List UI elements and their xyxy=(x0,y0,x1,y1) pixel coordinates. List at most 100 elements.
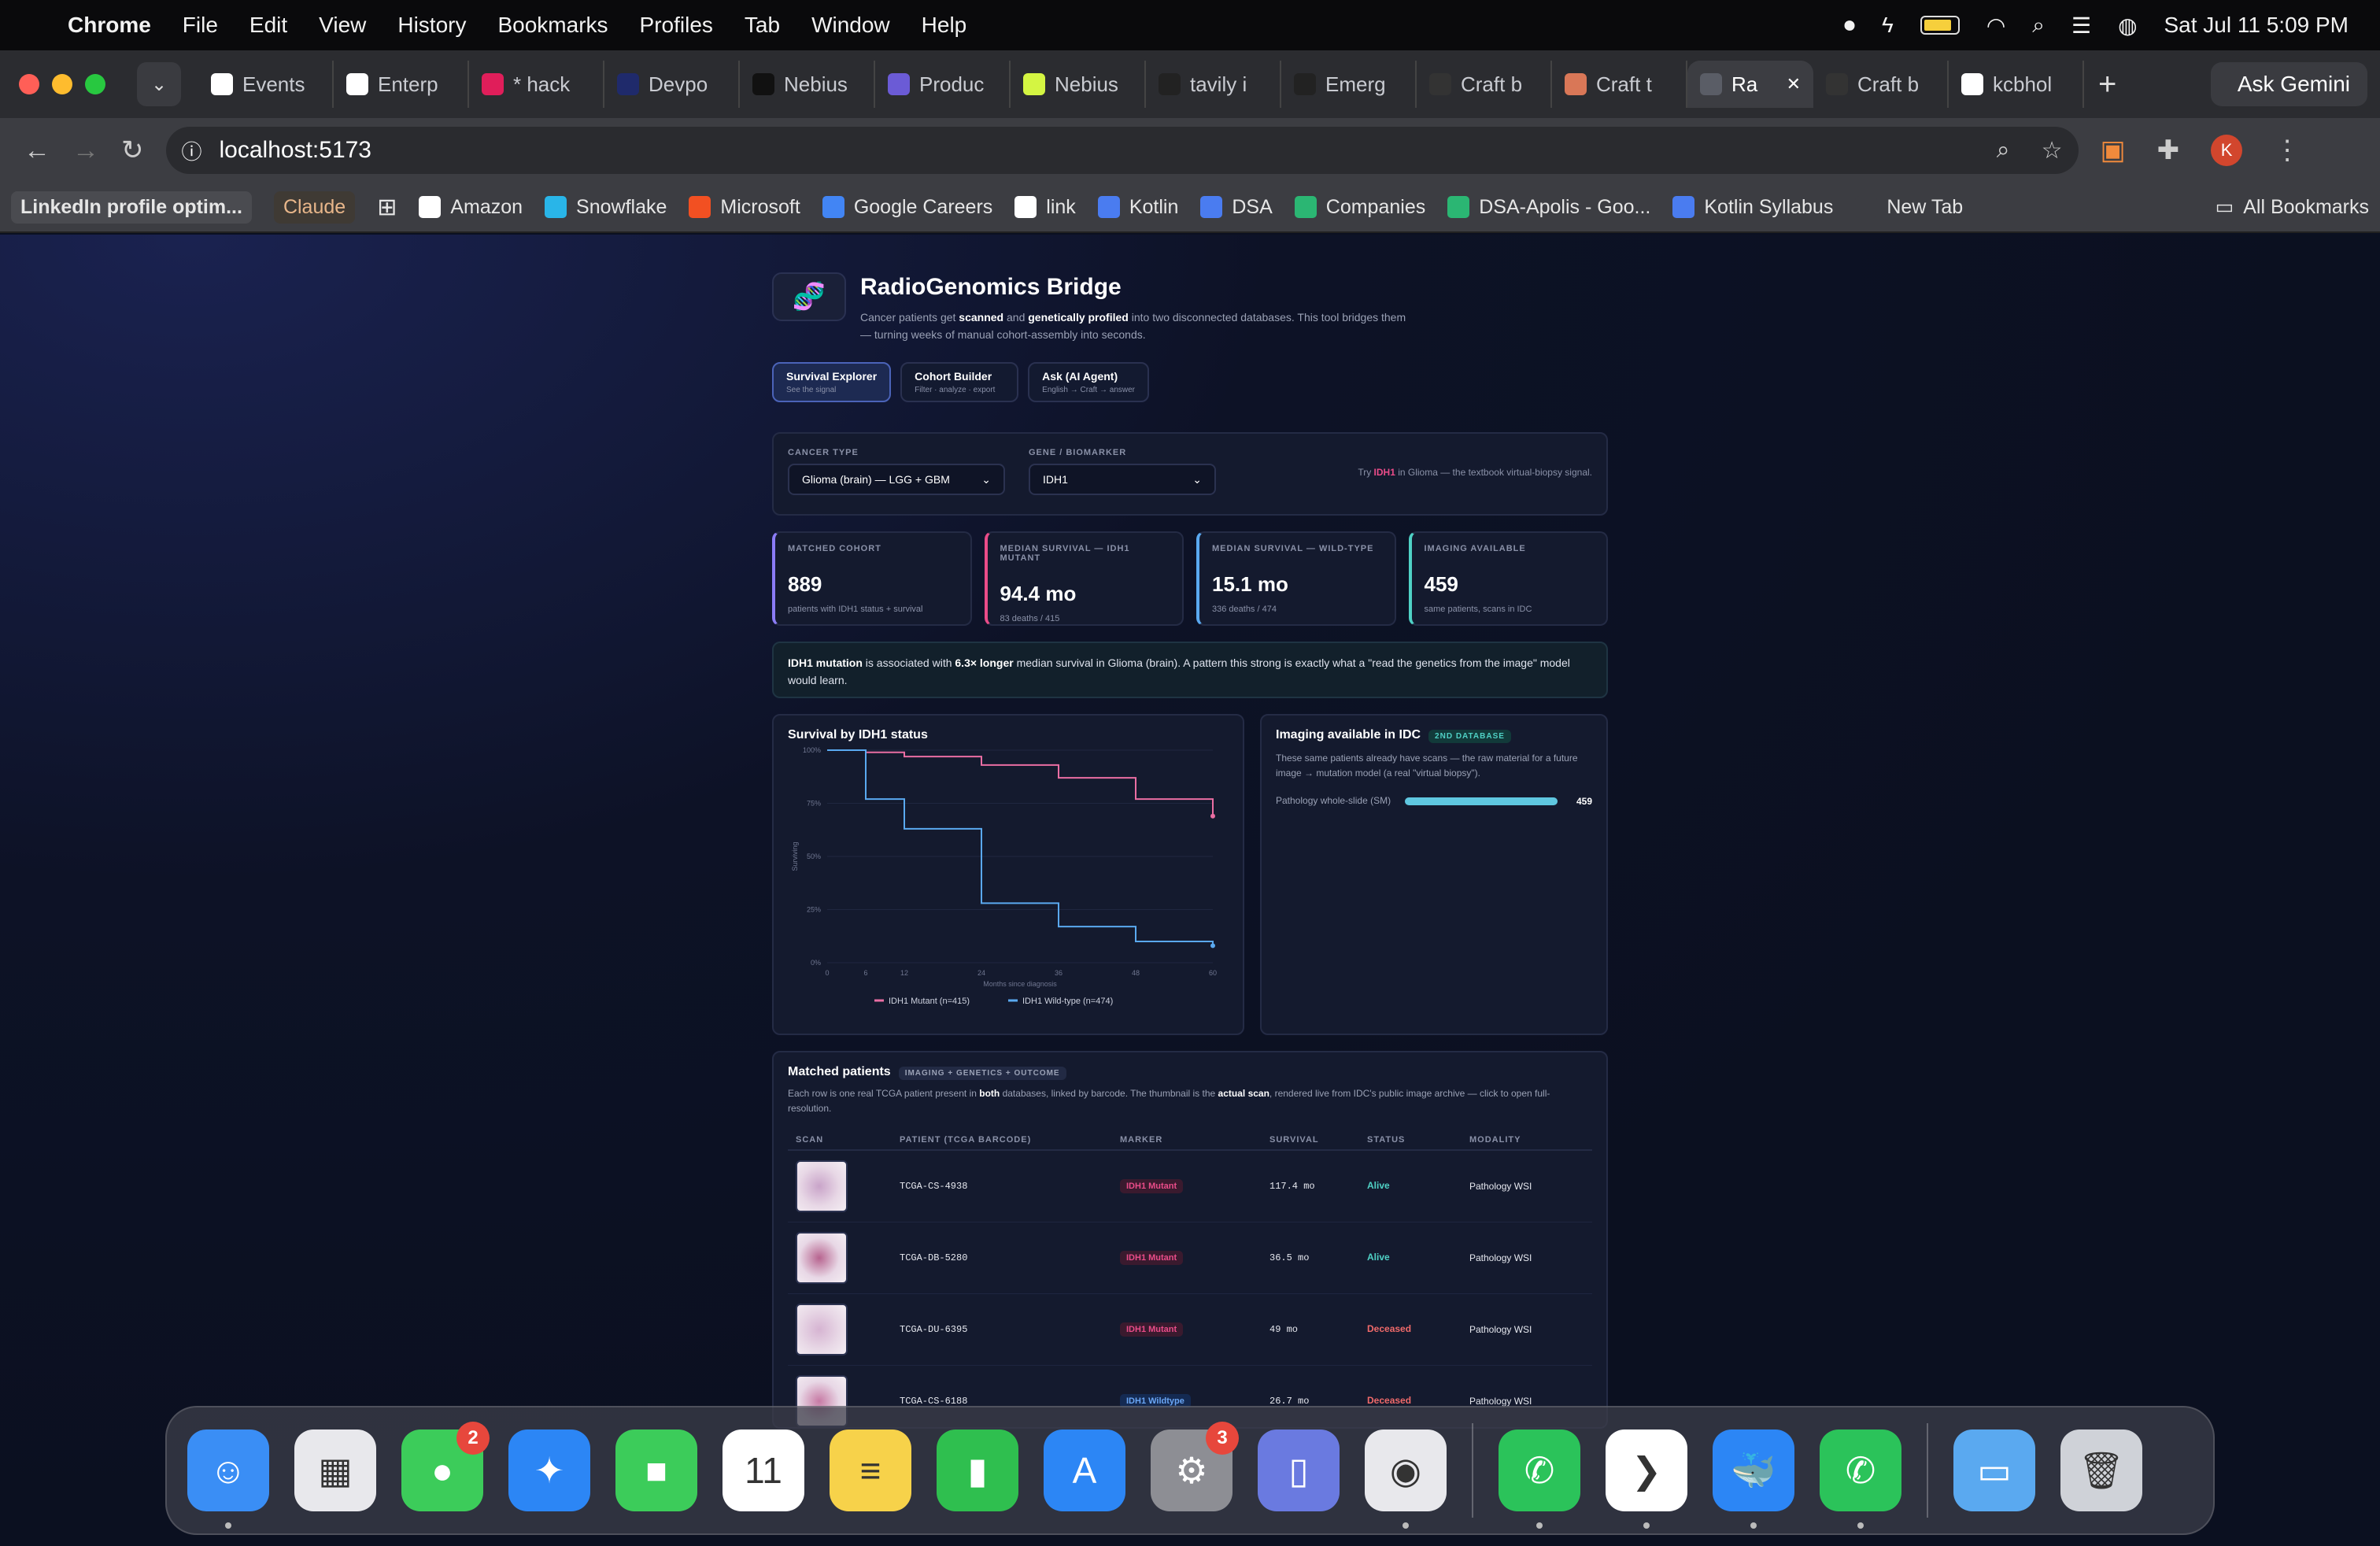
zoom-window-button[interactable] xyxy=(85,74,105,94)
gene-select[interactable]: IDH1 ⌄ xyxy=(1029,464,1216,495)
profile-avatar[interactable]: K xyxy=(2211,135,2243,166)
calendar-extension-icon[interactable]: ▣ xyxy=(2101,135,2126,166)
browser-tab[interactable]: Craft b xyxy=(1417,61,1552,108)
facetime-icon[interactable]: ■ xyxy=(615,1429,697,1511)
whatsapp-icon[interactable]: ✆ xyxy=(1499,1429,1580,1529)
bookmark-item[interactable]: Amazon xyxy=(419,196,523,219)
calendar-icon[interactable]: 11 xyxy=(722,1429,804,1511)
wifi-icon[interactable]: ◠ xyxy=(1986,13,2005,39)
chrome-menu-icon[interactable]: ⋮ xyxy=(2274,135,2301,166)
simulator-icon[interactable]: ▯ xyxy=(1258,1429,1340,1511)
bookmark-item[interactable]: New Tab xyxy=(1855,196,1963,219)
scan-thumbnail[interactable] xyxy=(796,1231,848,1284)
bookmark-item[interactable]: DSA xyxy=(1200,196,1273,219)
menu-app-name[interactable]: Chrome xyxy=(68,13,151,38)
siri-icon[interactable]: ◍ xyxy=(2118,13,2137,39)
apps-grid-icon[interactable]: ⊞ xyxy=(377,194,397,221)
table-row[interactable]: TCGA-DU-6395 IDH1 Mutant 49 mo Deceased Path… xyxy=(788,1293,1592,1366)
bookmark-item[interactable]: Snowflake xyxy=(545,196,667,219)
downloads-folder-icon[interactable]: ▭ xyxy=(1953,1429,2035,1511)
browser-tab[interactable]: Craft b xyxy=(1813,61,1949,108)
bookmark-item[interactable]: link xyxy=(1014,196,1076,219)
bookmark-claude[interactable]: Claude xyxy=(273,190,356,224)
system-settings-icon[interactable]: ⚙ 3 xyxy=(1151,1422,1239,1511)
chrome-icon[interactable]: ◉ xyxy=(1365,1429,1447,1529)
menu-profiles[interactable]: Profiles xyxy=(640,13,713,38)
new-tab-plus-icon[interactable]: + xyxy=(2098,67,2116,102)
app-store-icon[interactable]: A xyxy=(1044,1429,1125,1511)
battery-icon[interactable] xyxy=(1920,16,1960,35)
finder-icon[interactable]: ☺ xyxy=(187,1429,269,1529)
site-info-icon[interactable]: ⓘ xyxy=(182,136,202,165)
bookmark-item[interactable]: Google Careers xyxy=(822,196,992,219)
control-center-icon[interactable]: ☰ xyxy=(2071,13,2091,39)
browser-tab[interactable]: Emerg xyxy=(1281,61,1417,108)
bookmark-item[interactable]: Companies xyxy=(1294,196,1425,219)
tab-ask-ai-agent[interactable]: Ask (AI Agent) English → Craft → answer xyxy=(1028,362,1149,402)
tab-label: Emerg xyxy=(1325,72,1386,96)
browser-tab[interactable]: Devpo xyxy=(604,61,740,108)
bookmark-item[interactable]: Microsoft xyxy=(689,196,800,219)
browser-tab[interactable]: Enterp xyxy=(334,61,469,108)
bookmark-item[interactable]: Kotlin xyxy=(1097,196,1178,219)
scan-thumbnail[interactable] xyxy=(796,1160,848,1212)
tab-search-chevron-icon[interactable]: ⌄ xyxy=(137,62,181,106)
browser-tab[interactable]: Ra ✕ xyxy=(1687,61,1813,108)
ask-gemini-button[interactable]: Ask Gemini xyxy=(2210,62,2367,106)
bookmark-item[interactable]: Kotlin Syllabus xyxy=(1672,196,1833,219)
menu-tab[interactable]: Tab xyxy=(745,13,780,38)
menu-window[interactable]: Window xyxy=(811,13,890,38)
table-row[interactable]: TCGA-DB-5280 IDH1 Mutant 36.5 mo Alive Patho… xyxy=(788,1222,1592,1294)
bookmark-star-icon[interactable]: ☆ xyxy=(2042,137,2063,165)
table-row[interactable]: TCGA-CS-4938 IDH1 Mutant 117.4 mo Alive Path… xyxy=(788,1150,1592,1222)
bolt-icon[interactable]: ϟ xyxy=(1882,13,1894,38)
menu-edit[interactable]: Edit xyxy=(249,13,287,38)
browser-tab[interactable]: Nebius xyxy=(740,61,875,108)
menu-file[interactable]: File xyxy=(183,13,218,38)
whatsapp-beta-icon[interactable]: ✆ xyxy=(1820,1429,1901,1529)
bookmark-linkedin[interactable]: LinkedIn profile optim... xyxy=(11,190,252,224)
forward-arrow-icon[interactable]: → xyxy=(72,135,99,166)
menu-clock[interactable]: Sat Jul 11 5:09 PM xyxy=(2164,13,2349,38)
close-tab-icon[interactable]: ✕ xyxy=(1787,74,1801,94)
browser-tab[interactable]: kcbhol xyxy=(1949,61,2084,108)
close-window-button[interactable] xyxy=(19,74,39,94)
screen-record-icon[interactable]: ⏺ xyxy=(1844,13,1855,39)
browser-tab[interactable]: tavily i xyxy=(1146,61,1281,108)
browser-tab[interactable]: * hack xyxy=(469,61,604,108)
menu-bookmarks[interactable]: Bookmarks xyxy=(497,13,608,38)
menu-help[interactable]: Help xyxy=(922,13,967,38)
bookmark-favicon-icon xyxy=(1014,196,1037,218)
menu-history[interactable]: History xyxy=(397,13,466,38)
messages-icon[interactable]: ● 2 xyxy=(401,1422,490,1511)
url-text[interactable]: localhost:5173 xyxy=(220,137,371,164)
zoom-icon[interactable]: ⌕ xyxy=(1997,137,2010,165)
tab-survival-explorer[interactable]: Survival Explorer See the signal xyxy=(772,362,892,402)
notes-icon[interactable]: ≡ xyxy=(830,1429,911,1511)
browser-tab[interactable]: Events xyxy=(198,61,334,108)
modality-cell: Pathology WSI xyxy=(1462,1222,1592,1294)
bookmark-item[interactable]: DSA-Apolis - Goo... xyxy=(1447,196,1650,219)
address-bar[interactable]: ⓘ localhost:5173 ⌕ ☆ xyxy=(165,127,2079,174)
docker-icon[interactable]: 🐳 xyxy=(1713,1429,1794,1529)
scan-thumbnail[interactable] xyxy=(796,1303,848,1356)
all-bookmarks-button[interactable]: ▭ All Bookmarks xyxy=(2216,195,2369,219)
browser-tab[interactable]: Nebius xyxy=(1011,61,1146,108)
vscode-icon[interactable]: ❯ xyxy=(1606,1429,1687,1529)
running-indicator xyxy=(225,1522,231,1529)
reload-icon[interactable]: ↻ xyxy=(121,135,144,166)
spotlight-search-icon[interactable]: ⌕ xyxy=(2032,13,2045,39)
numbers-icon[interactable]: ▮ xyxy=(937,1429,1018,1511)
tab-cohort-builder[interactable]: Cohort Builder Filter · analyze · export xyxy=(900,362,1019,402)
browser-tab[interactable]: Craft t xyxy=(1552,61,1687,108)
stat-label: MEDIAN SURVIVAL — IDH1 MUTANT xyxy=(1000,544,1130,563)
cancer-type-select[interactable]: Glioma (brain) — LGG + GBM ⌄ xyxy=(788,464,1005,495)
browser-tab[interactable]: Produc xyxy=(875,61,1011,108)
back-arrow-icon[interactable]: ← xyxy=(24,135,50,166)
safari-icon[interactable]: ✦ xyxy=(508,1429,590,1511)
extensions-puzzle-icon[interactable]: ✚ xyxy=(2157,135,2180,166)
minimize-window-button[interactable] xyxy=(52,74,72,94)
menu-view[interactable]: View xyxy=(319,13,366,38)
launchpad-icon[interactable]: ▦ xyxy=(294,1429,376,1511)
trash-icon[interactable]: 🗑 xyxy=(2060,1429,2142,1511)
